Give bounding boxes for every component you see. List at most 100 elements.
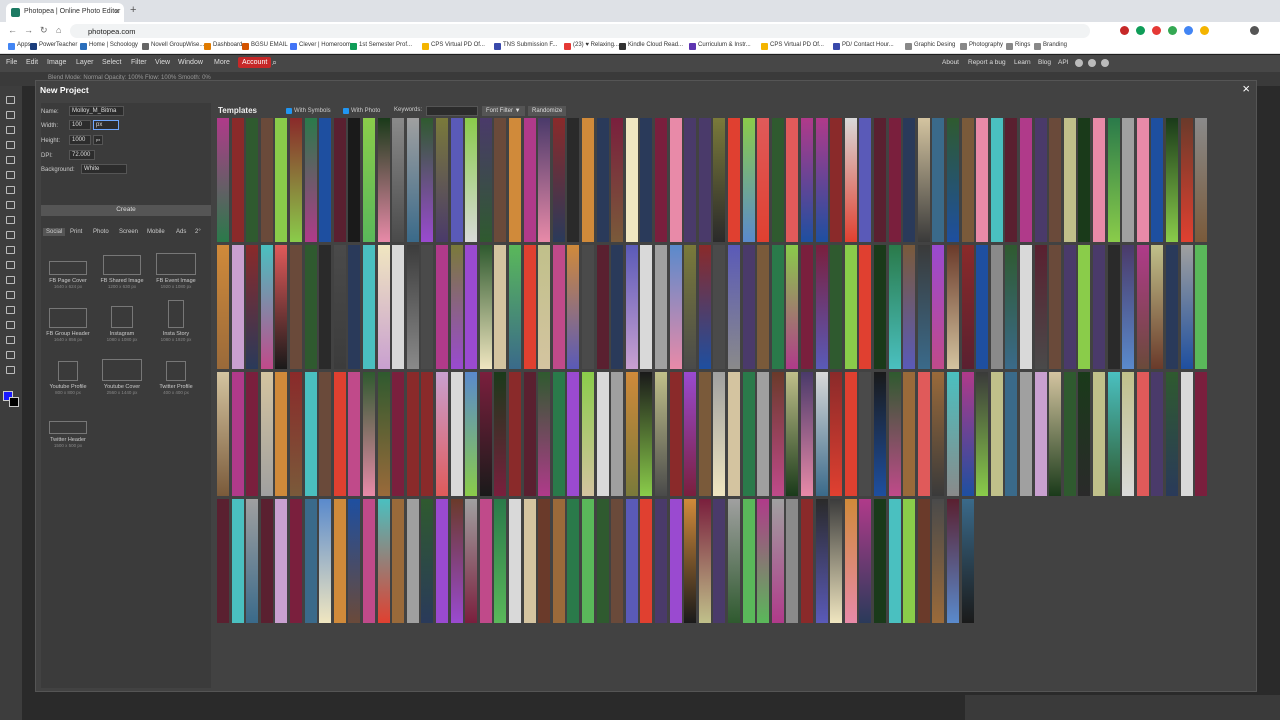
height-unit-select[interactable]: px [93, 135, 103, 145]
bookmark-item[interactable]: Photography [960, 42, 1003, 50]
create-button[interactable]: Create [41, 205, 211, 216]
dodge-tool-icon[interactable] [6, 276, 15, 284]
template-thumbnail[interactable] [611, 372, 624, 496]
template-thumbnail[interactable] [1049, 245, 1062, 369]
preset-card[interactable]: Twitter Header 1500 x 500 px [43, 404, 93, 458]
template-thumbnail[interactable] [728, 118, 740, 242]
template-thumbnail[interactable] [392, 372, 405, 496]
template-thumbnail[interactable] [290, 499, 302, 623]
path-select-icon[interactable] [6, 321, 15, 329]
template-thumbnail[interactable] [333, 499, 346, 623]
template-thumbnail[interactable] [1180, 118, 1193, 242]
template-thumbnail[interactable] [421, 499, 434, 623]
template-thumbnail[interactable] [888, 499, 901, 623]
menu-right-item[interactable]: Learn [1014, 59, 1031, 66]
template-thumbnail[interactable] [611, 499, 624, 623]
template-thumbnail[interactable] [1049, 118, 1062, 242]
background-color-swatch[interactable] [9, 397, 19, 407]
template-thumbnail[interactable] [1034, 245, 1047, 369]
template-thumbnail[interactable] [976, 118, 989, 242]
template-thumbnail[interactable] [684, 245, 697, 369]
bookmark-item[interactable]: TNS Submission F... [494, 42, 557, 50]
template-thumbnail[interactable] [1078, 245, 1091, 369]
template-thumbnail[interactable] [640, 372, 653, 496]
template-thumbnail[interactable] [275, 245, 288, 369]
template-thumbnail[interactable] [786, 118, 799, 242]
blur-tool-icon[interactable] [6, 261, 15, 269]
menu-select[interactable]: Select [102, 59, 121, 66]
template-thumbnail[interactable] [363, 118, 375, 242]
template-thumbnail[interactable] [1020, 372, 1032, 496]
template-thumbnail[interactable] [1136, 372, 1149, 496]
bookmark-item[interactable]: Apps [8, 42, 31, 50]
template-thumbnail[interactable] [509, 499, 521, 623]
template-thumbnail[interactable] [1122, 118, 1135, 242]
template-thumbnail[interactable] [231, 245, 244, 369]
template-thumbnail[interactable] [538, 245, 551, 369]
template-thumbnail[interactable] [815, 499, 828, 623]
template-thumbnail[interactable] [1180, 245, 1193, 369]
template-thumbnail[interactable] [1020, 245, 1032, 369]
menu-more[interactable]: More [214, 59, 230, 66]
template-thumbnail[interactable] [713, 118, 726, 242]
template-thumbnail[interactable] [1136, 118, 1149, 242]
template-thumbnail[interactable] [1034, 118, 1047, 242]
bookmark-item[interactable]: PD/ Contact Hour... [833, 42, 894, 50]
menu-right-item[interactable]: Report a bug [968, 59, 1006, 66]
template-thumbnail[interactable] [450, 499, 463, 623]
template-thumbnail[interactable] [801, 118, 813, 242]
template-thumbnail[interactable] [582, 245, 594, 369]
template-thumbnail[interactable] [684, 499, 697, 623]
template-thumbnail[interactable] [217, 499, 229, 623]
template-thumbnail[interactable] [1093, 245, 1105, 369]
template-thumbnail[interactable] [640, 245, 653, 369]
template-thumbnail[interactable] [625, 372, 638, 496]
template-thumbnail[interactable] [771, 118, 784, 242]
template-thumbnail[interactable] [801, 245, 813, 369]
menu-account[interactable]: Account [238, 57, 272, 68]
template-thumbnail[interactable] [1063, 372, 1076, 496]
template-thumbnail[interactable] [655, 118, 667, 242]
template-thumbnail[interactable] [377, 245, 390, 369]
template-thumbnail[interactable] [874, 118, 886, 242]
brush-tool-icon[interactable] [6, 201, 15, 209]
pen-tool-icon[interactable] [6, 291, 15, 299]
template-thumbnail[interactable] [961, 499, 974, 623]
preset-card[interactable]: Twitter Profile 400 x 400 px [151, 351, 201, 405]
template-thumbnail[interactable] [231, 372, 244, 496]
template-thumbnail[interactable] [859, 118, 872, 242]
fill-tool-icon[interactable] [6, 246, 15, 254]
eraser-icon[interactable] [6, 231, 15, 239]
template-thumbnail[interactable] [582, 372, 594, 496]
template-thumbnail[interactable] [538, 499, 551, 623]
preset-tab-2°[interactable]: 2° [195, 229, 201, 235]
template-thumbnail[interactable] [757, 118, 770, 242]
template-thumbnail[interactable] [728, 245, 740, 369]
template-thumbnail[interactable] [801, 499, 813, 623]
template-thumbnail[interactable] [932, 372, 945, 496]
width-unit-select[interactable]: px [93, 120, 119, 130]
template-thumbnail[interactable] [567, 372, 580, 496]
preset-tab-mobile[interactable]: Mobile [147, 229, 165, 235]
menu-filter[interactable]: Filter [131, 59, 147, 66]
template-thumbnail[interactable] [917, 372, 930, 496]
preset-card[interactable]: FB Event Image 1920 x 1080 px [151, 245, 201, 299]
template-thumbnail[interactable] [625, 118, 638, 242]
template-thumbnail[interactable] [567, 118, 580, 242]
with-photo-checkbox[interactable]: With Photo [343, 108, 380, 114]
preset-card[interactable]: Youtube Cover 2560 x 1440 px [97, 351, 147, 405]
template-thumbnail[interactable] [903, 372, 916, 496]
menu-window[interactable]: Window [178, 59, 203, 66]
name-input[interactable]: Molloy_M_Bitma [69, 106, 124, 116]
marquee-tool-icon[interactable] [6, 111, 15, 119]
template-thumbnail[interactable] [450, 372, 463, 496]
template-thumbnail[interactable] [1005, 372, 1018, 496]
magic-wand-icon[interactable] [6, 141, 15, 149]
template-thumbnail[interactable] [1122, 372, 1135, 496]
template-thumbnail[interactable] [319, 372, 332, 496]
dpi-input[interactable]: 72.000 [69, 150, 95, 160]
template-thumbnail[interactable] [698, 499, 711, 623]
template-thumbnail[interactable] [333, 245, 346, 369]
template-thumbnail[interactable] [976, 245, 989, 369]
template-thumbnail[interactable] [596, 118, 609, 242]
